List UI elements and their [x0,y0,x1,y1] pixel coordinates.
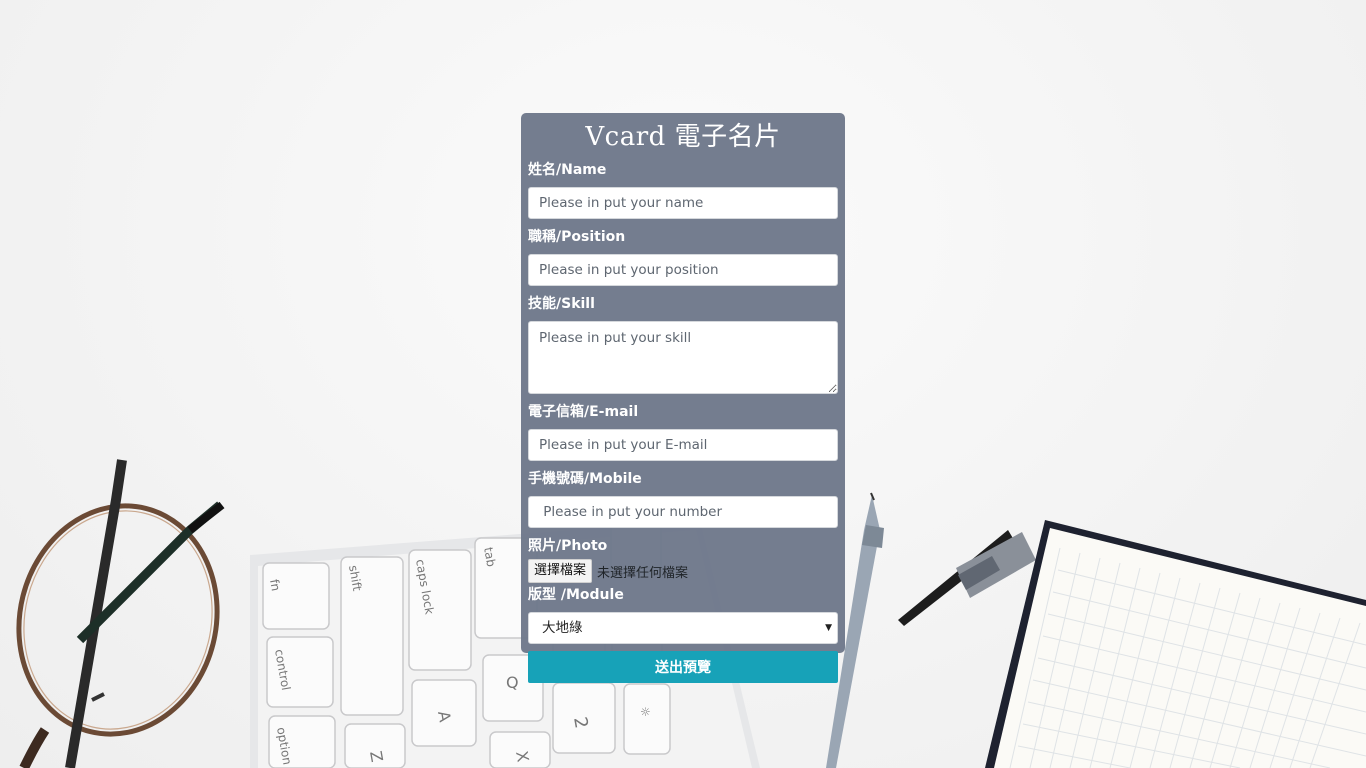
module-select[interactable]: 大地綠 ▼ [528,612,838,644]
glasses-image [16,459,225,768]
pen-cap-image [898,530,1036,626]
position-label: 職稱/Position [528,229,626,245]
position-input[interactable] [528,254,838,286]
email-label: 電子信箱/E-mail [528,404,639,420]
skill-label: 技能/Skill [528,296,595,312]
skill-textarea[interactable] [528,321,838,394]
module-label: 版型 /Module [528,587,624,603]
mobile-label: 手機號碼/Mobile [528,471,642,487]
name-label: 姓名/Name [528,162,607,178]
card-title: Vcard 電子名片 [585,122,781,152]
submit-preview-button[interactable]: 送出預覽 [528,651,838,683]
svg-text:fn: fn [267,578,283,592]
module-selected-value: 大地綠 [542,620,583,636]
name-input[interactable] [528,187,838,219]
svg-text:☼: ☼ [640,705,651,719]
mobile-input[interactable] [528,496,838,528]
caret-down-icon: ▼ [825,623,832,633]
email-input[interactable] [528,429,838,461]
vcard-form-card: Vcard 電子名片 姓名/Name 職稱/Position 技能/Skill … [521,113,845,683]
photo-file-picker: 選擇檔案 未選擇任何檔案 [528,558,838,584]
choose-file-button[interactable]: 選擇檔案 [528,559,593,583]
svg-text:Q: Q [506,673,519,692]
notebook-image [985,520,1366,768]
file-status-text: 未選擇任何檔案 [597,565,689,581]
photo-label: 照片/Photo [528,538,608,554]
